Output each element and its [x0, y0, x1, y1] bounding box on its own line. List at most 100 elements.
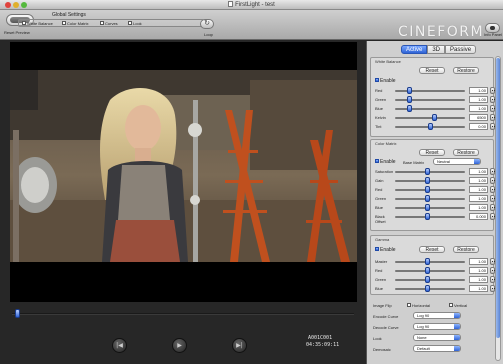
slider-thumb[interactable] [424, 267, 430, 274]
skip-back-icon: |◀ [116, 342, 123, 349]
global-look-checkbox[interactable]: Look [128, 21, 142, 26]
cm-reset-button[interactable]: Reset [419, 149, 445, 156]
value-field[interactable]: 1.00 [469, 258, 488, 265]
global-color-matrix-checkbox[interactable]: Color Matrix [62, 21, 89, 26]
value-stepper[interactable] [490, 276, 495, 283]
flip-vertical-checkbox[interactable]: Vertical [449, 303, 467, 308]
section-title: Color Matrix [375, 141, 397, 146]
timeline-scrubber[interactable] [12, 313, 354, 315]
tab-3d[interactable]: 3D [427, 45, 446, 54]
slider-thumb[interactable] [424, 213, 430, 220]
value-stepper[interactable] [490, 114, 495, 121]
slider-thumb[interactable] [424, 204, 430, 211]
loop-button[interactable]: ↻ [200, 19, 214, 29]
mode-tabs: Active 3D Passive [401, 45, 477, 54]
value-field[interactable]: 0.000 [469, 213, 488, 220]
slider-label: Red [375, 88, 383, 93]
value-field[interactable]: 1.00 [469, 267, 488, 274]
window-title: FirstLight - test [0, 1, 503, 8]
slider-track[interactable] [395, 105, 465, 112]
value-field[interactable]: 1.00 [469, 276, 488, 283]
slider-thumb[interactable] [428, 123, 433, 130]
gamma-reset-button[interactable]: Reset [419, 246, 445, 253]
skip-back-button[interactable]: |◀ [112, 338, 127, 353]
slider-thumb[interactable] [424, 285, 430, 292]
value-field[interactable]: 1.00 [469, 168, 488, 175]
global-curves-checkbox[interactable]: Curves [100, 21, 118, 26]
slider-thumb[interactable] [407, 96, 412, 103]
slider-track[interactable] [395, 186, 465, 193]
slider-track[interactable] [395, 267, 465, 274]
value-field[interactable]: 1.00 [469, 186, 488, 193]
slider-thumb[interactable] [424, 177, 430, 184]
base-matrix-select[interactable]: Neutral [433, 158, 481, 165]
value-stepper[interactable] [490, 195, 495, 202]
slider-thumb[interactable] [424, 258, 430, 265]
slider-track[interactable] [395, 168, 465, 175]
global-white-balance-checkbox[interactable]: White Balance [22, 21, 53, 26]
slider-track[interactable] [395, 177, 465, 184]
look-select[interactable]: None [413, 334, 461, 341]
slider-track[interactable] [395, 213, 465, 220]
slider-thumb[interactable] [424, 168, 430, 175]
value-field[interactable]: 1.00 [469, 285, 488, 292]
slider-thumb[interactable] [424, 195, 430, 202]
value-stepper[interactable] [490, 285, 495, 292]
slider-row-black-offset: Black Offset 0.000 [375, 213, 495, 224]
gamma-restore-button[interactable]: Restore [453, 246, 479, 253]
play-button[interactable]: ▶ [172, 338, 187, 353]
flip-horizontal-checkbox[interactable]: Horizontal [407, 303, 430, 308]
value-stepper[interactable] [490, 168, 495, 175]
value-field[interactable]: 0.00 [469, 123, 488, 130]
value-stepper[interactable] [490, 258, 495, 265]
value-stepper[interactable] [490, 213, 495, 220]
value-stepper[interactable] [490, 177, 495, 184]
value-field[interactable]: 1.00 [469, 195, 488, 202]
timeline-playhead[interactable] [15, 309, 21, 318]
wb-restore-button[interactable]: Restore [453, 67, 479, 74]
cm-restore-button[interactable]: Restore [453, 149, 479, 156]
value-field[interactable]: 1.00 [469, 204, 488, 211]
value-field[interactable]: 6500 [469, 114, 488, 121]
value-field[interactable]: 1.00 [469, 96, 488, 103]
value-stepper[interactable] [490, 105, 495, 112]
letterbox-top [10, 42, 357, 70]
gamma-enable-checkbox[interactable]: Enable [375, 247, 396, 253]
slider-track[interactable] [395, 285, 465, 292]
slider-label: Blue [375, 106, 384, 111]
slider-track[interactable] [395, 276, 465, 283]
value-field[interactable]: 1.00 [469, 105, 488, 112]
slider-thumb[interactable] [407, 87, 412, 94]
encode-curve-select[interactable]: Log 90 [413, 312, 461, 319]
wb-enable-checkbox[interactable]: Enable [375, 78, 396, 84]
slider-thumb[interactable] [431, 114, 437, 121]
slider-track[interactable] [395, 204, 465, 211]
slider-track[interactable] [395, 114, 465, 121]
value-field[interactable]: 1.00 [469, 177, 488, 184]
slider-thumb[interactable] [424, 186, 430, 193]
slider-thumb[interactable] [424, 276, 430, 283]
slider-track[interactable] [395, 258, 465, 265]
slider-track[interactable] [395, 123, 465, 130]
slider-track[interactable] [395, 87, 465, 94]
demosaic-select[interactable]: Default [413, 345, 461, 352]
panel-scrollbar-thumb[interactable] [496, 58, 500, 338]
value-stepper[interactable] [490, 96, 495, 103]
decode-curve-select[interactable]: Log 90 [413, 323, 461, 330]
wb-reset-button[interactable]: Reset [419, 67, 445, 74]
slider-track[interactable] [395, 96, 465, 103]
value-stepper[interactable] [490, 123, 495, 130]
slider-label: Green [375, 277, 387, 282]
value-stepper[interactable] [490, 267, 495, 274]
slider-thumb[interactable] [407, 105, 412, 112]
value-stepper[interactable] [490, 204, 495, 211]
slider-track[interactable] [395, 195, 465, 202]
skip-forward-button[interactable]: ▶| [232, 338, 247, 353]
tab-passive[interactable]: Passive [445, 45, 477, 54]
panel-scrollbar[interactable] [495, 56, 501, 361]
tab-active[interactable]: Active [401, 45, 428, 54]
value-stepper[interactable] [490, 186, 495, 193]
cm-enable-checkbox[interactable]: Enable [375, 159, 396, 165]
value-field[interactable]: 1.00 [469, 87, 488, 94]
value-stepper[interactable] [490, 87, 495, 94]
